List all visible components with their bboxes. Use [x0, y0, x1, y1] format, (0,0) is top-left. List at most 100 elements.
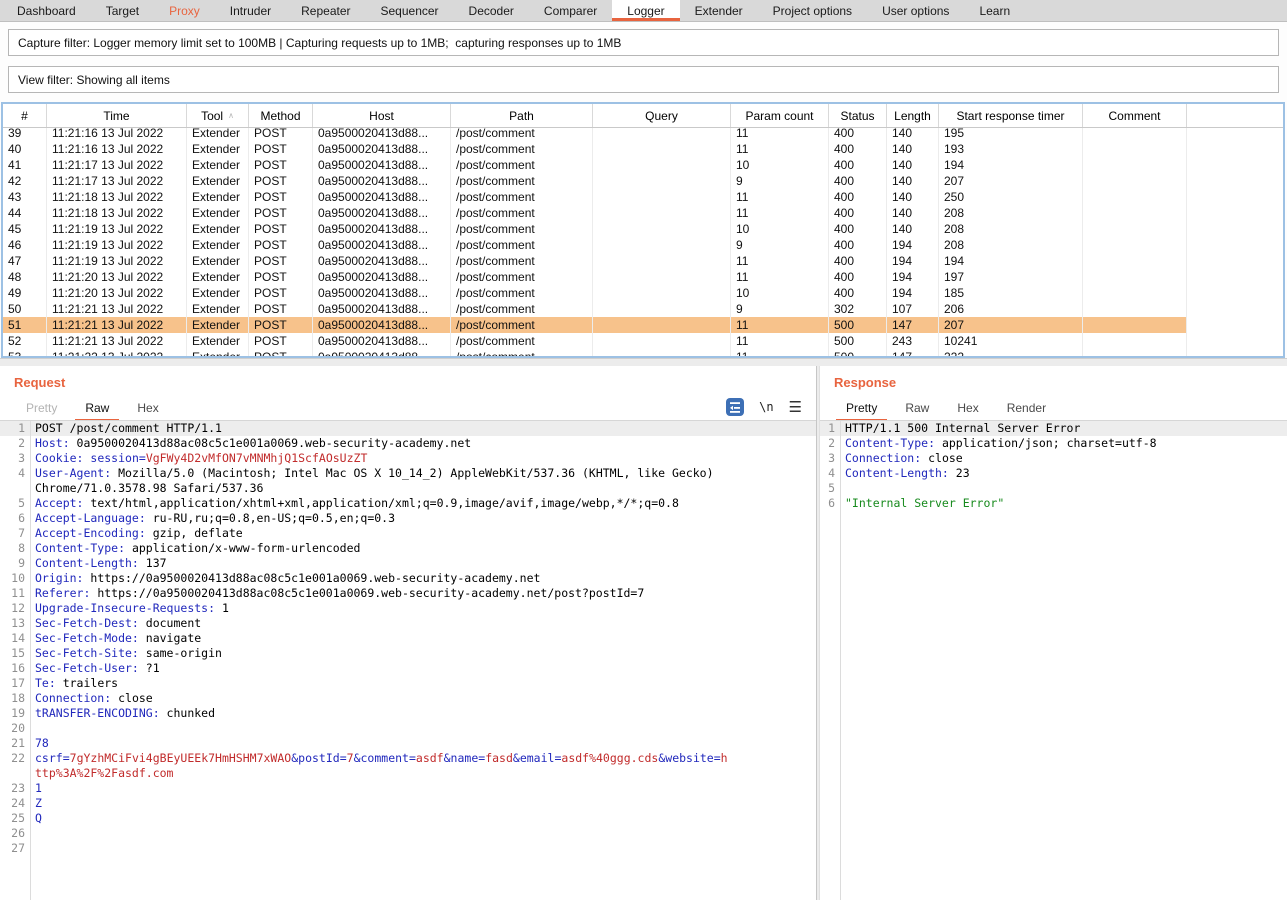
response-editor[interactable]: 1HTTP/1.1 500 Internal Server Error2Cont… — [820, 421, 1287, 900]
menu-tab-intruder[interactable]: Intruder — [215, 0, 286, 21]
editor-line-2: 2Host: 0a9500020413d88ac08c5c1e001a0069.… — [0, 436, 816, 451]
menu-tab-target[interactable]: Target — [91, 0, 154, 21]
menu-tab-extender[interactable]: Extender — [680, 0, 758, 21]
column-header-method[interactable]: Method — [249, 104, 313, 127]
column-header-tool[interactable]: Tool∧ — [187, 104, 249, 127]
cell-length: 107 — [887, 301, 939, 317]
cell-filler — [1187, 333, 1283, 349]
menu-tab-learn[interactable]: Learn — [964, 0, 1025, 21]
menu-tab-project-options[interactable]: Project options — [758, 0, 867, 21]
request-panel: Request PrettyRawHex \n ☰ 1POST /post/co… — [0, 366, 817, 900]
cell-filler — [1187, 237, 1283, 253]
log-row-52[interactable]: 5211:21:21 13 Jul 2022ExtenderPOST0a9500… — [3, 333, 1283, 349]
log-row-53[interactable]: 5311:21:22 13 Jul 2022ExtenderPOST0a9500… — [3, 349, 1283, 358]
column-header-comment[interactable]: Comment — [1083, 104, 1187, 127]
menu-tab-proxy[interactable]: Proxy — [154, 0, 215, 21]
cell-start-response-timer: 222 — [939, 349, 1083, 358]
log-row-45[interactable]: 4511:21:19 13 Jul 2022ExtenderPOST0a9500… — [3, 221, 1283, 237]
column-header-time[interactable]: Time — [47, 104, 187, 127]
request-tab-pretty[interactable]: Pretty — [16, 397, 67, 421]
column-header-length[interactable]: Length — [887, 104, 939, 127]
column-header-start-response-timer[interactable]: Start response timer — [939, 104, 1083, 127]
cell--: 50 — [3, 301, 47, 317]
log-row-49[interactable]: 4911:21:20 13 Jul 2022ExtenderPOST0a9500… — [3, 285, 1283, 301]
cell-path: /post/comment — [451, 349, 593, 358]
cell--: 45 — [3, 221, 47, 237]
line-content: Referer: https://0a9500020413d88ac08c5c1… — [30, 586, 730, 601]
cell-length: 243 — [887, 333, 939, 349]
menu-tab-dashboard[interactable]: Dashboard — [2, 0, 91, 21]
line-content: POST /post/comment HTTP/1.1 — [30, 421, 730, 436]
capture-filter-bar[interactable]: Capture filter: Logger memory limit set … — [8, 29, 1279, 56]
request-tab-hex[interactable]: Hex — [127, 397, 168, 421]
line-content: User-Agent: Mozilla/5.0 (Macintosh; Inte… — [30, 466, 730, 496]
line-content: 78 — [30, 736, 730, 751]
cell-comment — [1083, 205, 1187, 221]
cell-path: /post/comment — [451, 333, 593, 349]
log-row-43[interactable]: 4311:21:18 13 Jul 2022ExtenderPOST0a9500… — [3, 189, 1283, 205]
column-header-path[interactable]: Path — [451, 104, 593, 127]
log-row-44[interactable]: 4411:21:18 13 Jul 2022ExtenderPOST0a9500… — [3, 205, 1283, 221]
menu-tab-sequencer[interactable]: Sequencer — [366, 0, 454, 21]
log-row-46[interactable]: 4611:21:19 13 Jul 2022ExtenderPOST0a9500… — [3, 237, 1283, 253]
line-content: 1 — [30, 781, 730, 796]
menu-tab-repeater[interactable]: Repeater — [286, 0, 365, 21]
request-editor[interactable]: 1 POST /post/comment HTTP/1.12Host: 0a950… — [0, 421, 816, 900]
log-row-48[interactable]: 4811:21:20 13 Jul 2022ExtenderPOST0a9500… — [3, 269, 1283, 285]
editor-line-25: 25Q — [0, 811, 816, 826]
log-row-47[interactable]: 4711:21:19 13 Jul 2022ExtenderPOST0a9500… — [3, 253, 1283, 269]
line-content: Te: trailers — [30, 676, 730, 691]
cell-path: /post/comment — [451, 189, 593, 205]
column-header--[interactable]: # — [3, 104, 47, 127]
cell-filler — [1187, 189, 1283, 205]
cell-time: 11:21:21 13 Jul 2022 — [47, 317, 187, 333]
cell-status: 400 — [829, 285, 887, 301]
cell-time: 11:21:18 13 Jul 2022 — [47, 205, 187, 221]
editor-line-2: 2Content-Type: application/json; charset… — [820, 436, 1287, 451]
sort-ascending-icon: ∧ — [228, 111, 234, 120]
cell-method: POST — [249, 237, 313, 253]
menu-tab-user-options[interactable]: User options — [867, 0, 964, 21]
cell-tool: Extender — [187, 205, 249, 221]
cell-host: 0a9500020413d88... — [313, 173, 451, 189]
log-row-50[interactable]: 5011:21:21 13 Jul 2022ExtenderPOST0a9500… — [3, 301, 1283, 317]
column-header-host[interactable]: Host — [313, 104, 451, 127]
log-row-51[interactable]: 5111:21:21 13 Jul 2022ExtenderPOST0a9500… — [3, 317, 1283, 333]
line-number: 9 — [0, 556, 30, 571]
response-tab-hex[interactable]: Hex — [947, 397, 988, 421]
newline-toggle-icon[interactable]: \n — [759, 400, 773, 414]
editor-line-11: 11Referer: https://0a9500020413d88ac08c5… — [0, 586, 816, 601]
response-tab-raw[interactable]: Raw — [895, 397, 939, 421]
cell-time: 11:21:20 13 Jul 2022 — [47, 285, 187, 301]
cell-filler — [1187, 157, 1283, 173]
line-number: 23 — [0, 781, 30, 796]
column-header-query[interactable]: Query — [593, 104, 731, 127]
menu-tab-logger[interactable]: Logger — [612, 0, 679, 21]
cell-path: /post/comment — [451, 237, 593, 253]
cell-comment — [1083, 349, 1187, 358]
cell-start-response-timer: 193 — [939, 141, 1083, 157]
cell-param-count: 11 — [731, 253, 829, 269]
cell-status: 400 — [829, 141, 887, 157]
editor-line-6: 6Accept-Language: ru-RU,ru;q=0.8,en-US;q… — [0, 511, 816, 526]
response-tabs: Pretty Raw Hex Render — [836, 397, 1056, 421]
menu-tab-comparer[interactable]: Comparer — [529, 0, 612, 21]
cell--: 41 — [3, 157, 47, 173]
request-tab-raw[interactable]: Raw — [75, 397, 119, 421]
cell-path: /post/comment — [451, 285, 593, 301]
editor-line-3: 3Connection: close — [820, 451, 1287, 466]
column-header-param-count[interactable]: Param count — [731, 104, 829, 127]
log-row-41[interactable]: 4111:21:17 13 Jul 2022ExtenderPOST0a9500… — [3, 157, 1283, 173]
pretty-print-icon[interactable] — [726, 398, 744, 416]
menu-tab-decoder[interactable]: Decoder — [454, 0, 529, 21]
response-tab-pretty[interactable]: Pretty — [836, 397, 887, 421]
response-tab-render[interactable]: Render — [997, 397, 1056, 421]
editor-menu-icon[interactable]: ☰ — [789, 400, 802, 415]
line-number: 13 — [0, 616, 30, 631]
log-row-42[interactable]: 4211:21:17 13 Jul 2022ExtenderPOST0a9500… — [3, 173, 1283, 189]
column-header-status[interactable]: Status — [829, 104, 887, 127]
view-filter-bar[interactable]: View filter: Showing all items — [8, 66, 1279, 93]
editor-line-10: 10Origin: https://0a9500020413d88ac08c5c… — [0, 571, 816, 586]
cell-length: 194 — [887, 253, 939, 269]
log-row-40[interactable]: 4011:21:16 13 Jul 2022ExtenderPOST0a9500… — [3, 141, 1283, 157]
